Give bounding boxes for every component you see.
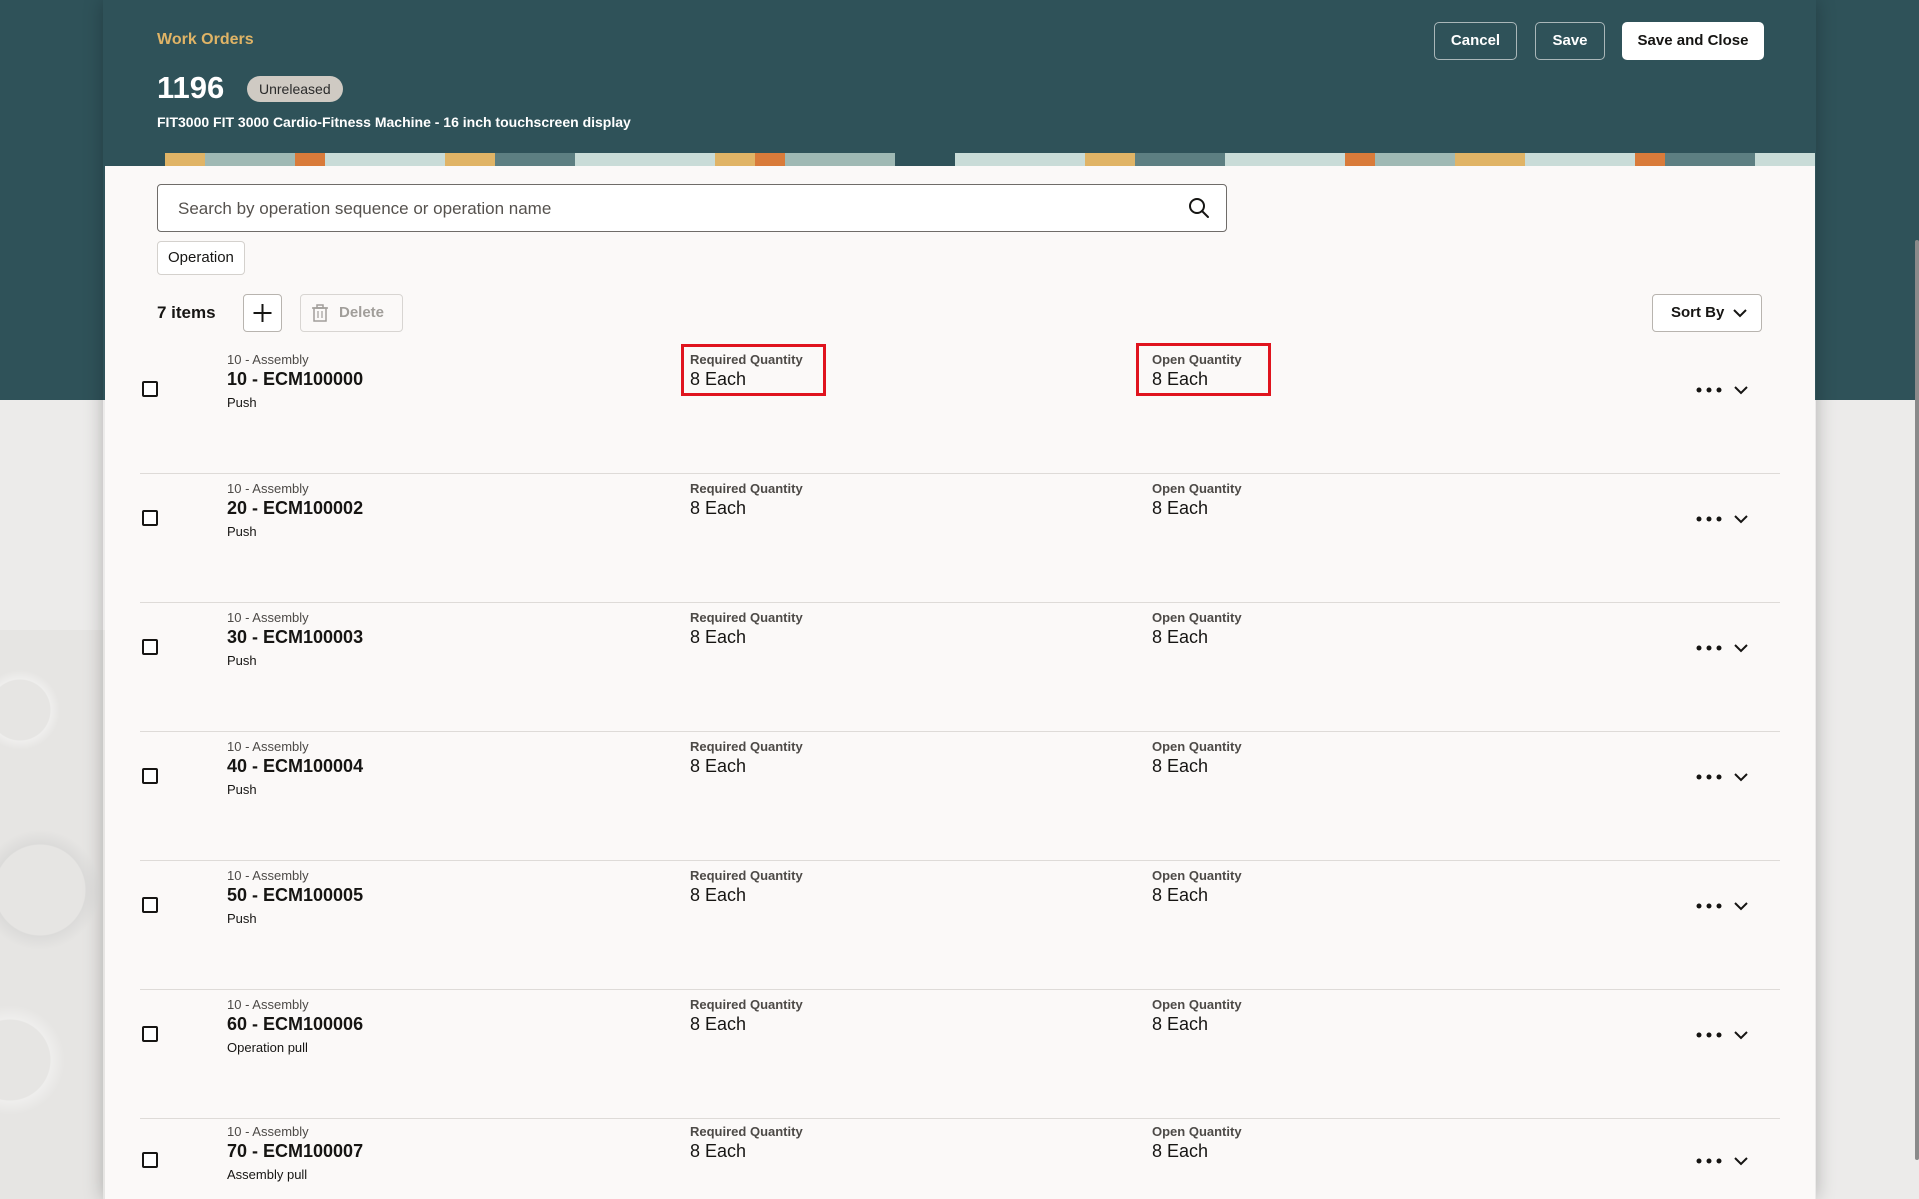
operation-title: 30 - ECM100003	[227, 627, 364, 647]
open-quantity-value: 8 Each	[1152, 885, 1209, 905]
delete-button[interactable]: Delete	[300, 294, 403, 332]
required-quantity-label: Required Quantity	[690, 1124, 803, 1139]
list-item[interactable]: 10 - Assembly 20 - ECM100002 Push Requir…	[140, 474, 1780, 603]
supply-type: Push	[227, 395, 257, 410]
more-actions-icon[interactable]	[1695, 901, 1723, 911]
open-quantity-value: 8 Each	[1152, 627, 1209, 647]
cancel-button[interactable]: Cancel	[1434, 22, 1517, 60]
more-actions-icon[interactable]	[1695, 772, 1723, 782]
background-decoration	[0, 630, 105, 1199]
more-actions-icon[interactable]	[1695, 385, 1723, 395]
chevron-down-icon[interactable]	[1732, 1155, 1750, 1167]
list-item[interactable]: 10 - Assembly 30 - ECM100003 Push Requir…	[140, 603, 1780, 732]
status-badge: Unreleased	[247, 76, 343, 102]
required-quantity-value: 8 Each	[690, 498, 747, 518]
save-and-close-button[interactable]: Save and Close	[1622, 22, 1764, 60]
row-checkbox[interactable]	[142, 897, 158, 913]
operation-title: 50 - ECM100005	[227, 885, 364, 905]
chevron-down-icon[interactable]	[1732, 900, 1750, 912]
required-quantity-value: 8 Each	[690, 1014, 747, 1034]
required-quantity-value: 8 Each	[690, 885, 747, 905]
save-button[interactable]: Save	[1535, 22, 1605, 60]
parent-operation: 10 - Assembly	[227, 868, 309, 883]
operation-title: 20 - ECM100002	[227, 498, 364, 518]
row-checkbox[interactable]	[142, 1026, 158, 1042]
search-input[interactable]	[176, 185, 1140, 233]
highlight-box-open-quantity	[1136, 343, 1271, 396]
row-checkbox[interactable]	[142, 768, 158, 784]
list-item[interactable]: 10 - Assembly 50 - ECM100005 Push Requir…	[140, 861, 1780, 990]
page-title: 1196	[157, 70, 225, 105]
open-quantity-value: 8 Each	[1152, 756, 1209, 776]
list-item[interactable]: 10 - Assembly 40 - ECM100004 Push Requir…	[140, 732, 1780, 861]
chevron-down-icon	[1733, 309, 1747, 318]
list-item[interactable]: 10 - Assembly 60 - ECM100006 Operation p…	[140, 990, 1780, 1119]
filter-chip-operation[interactable]: Operation	[157, 241, 245, 275]
trash-icon	[312, 304, 328, 322]
more-actions-icon[interactable]	[1695, 514, 1723, 524]
search-icon[interactable]	[1188, 197, 1210, 219]
required-quantity-value: 8 Each	[690, 627, 747, 647]
open-quantity-value: 8 Each	[1152, 1141, 1209, 1161]
required-quantity-label: Required Quantity	[690, 868, 803, 883]
operation-title: 10 - ECM100000	[227, 369, 364, 389]
search-field[interactable]	[157, 184, 1227, 233]
list-item[interactable]: 10 - Assembly 70 - ECM100007 Assembly pu…	[140, 1119, 1780, 1199]
open-quantity-label: Open Quantity	[1152, 481, 1242, 496]
decorative-pattern-strip	[105, 153, 1815, 166]
page-subtitle: FIT3000 FIT 3000 Cardio-Fitness Machine …	[157, 114, 631, 130]
row-checkbox[interactable]	[142, 381, 158, 397]
sort-by-label: Sort By	[1671, 304, 1725, 321]
supply-type: Push	[227, 524, 257, 539]
required-quantity-value: 8 Each	[690, 756, 747, 776]
open-quantity-label: Open Quantity	[1152, 1124, 1242, 1139]
sort-by-button[interactable]: Sort By	[1652, 294, 1762, 332]
supply-type: Push	[227, 911, 257, 926]
parent-operation: 10 - Assembly	[227, 610, 309, 625]
required-quantity-label: Required Quantity	[690, 610, 803, 625]
breadcrumb-work-orders[interactable]: Work Orders	[157, 31, 254, 49]
list-item[interactable]: 10 - Assembly 10 - ECM100000 Push Requir…	[140, 345, 1780, 474]
parent-operation: 10 - Assembly	[227, 997, 309, 1012]
chevron-down-icon[interactable]	[1732, 1029, 1750, 1041]
supply-type: Operation pull	[227, 1040, 308, 1055]
open-quantity-label: Open Quantity	[1152, 610, 1242, 625]
required-quantity-label: Required Quantity	[690, 481, 803, 496]
more-actions-icon[interactable]	[1695, 1030, 1723, 1040]
required-quantity-label: Required Quantity	[690, 997, 803, 1012]
more-actions-icon[interactable]	[1695, 643, 1723, 653]
item-count: 7 items	[157, 303, 216, 322]
open-quantity-value: 8 Each	[1152, 498, 1209, 518]
open-quantity-label: Open Quantity	[1152, 739, 1242, 754]
open-quantity-label: Open Quantity	[1152, 868, 1242, 883]
highlight-box-required-quantity	[681, 344, 826, 396]
parent-operation: 10 - Assembly	[227, 481, 309, 496]
chevron-down-icon[interactable]	[1732, 771, 1750, 783]
row-checkbox[interactable]	[142, 510, 158, 526]
add-button[interactable]	[243, 294, 282, 332]
chevron-down-icon[interactable]	[1732, 642, 1750, 654]
open-quantity-value: 8 Each	[1152, 1014, 1209, 1034]
more-actions-icon[interactable]	[1695, 1156, 1723, 1166]
supply-type: Push	[227, 782, 257, 797]
parent-operation: 10 - Assembly	[227, 1124, 309, 1139]
operation-title: 70 - ECM100007	[227, 1141, 364, 1161]
parent-operation: 10 - Assembly	[227, 352, 309, 367]
row-checkbox[interactable]	[142, 639, 158, 655]
chevron-down-icon[interactable]	[1732, 513, 1750, 525]
scrollbar[interactable]	[1915, 240, 1919, 1160]
operation-title: 60 - ECM100006	[227, 1014, 364, 1034]
supply-type: Assembly pull	[227, 1167, 308, 1182]
required-quantity-label: Required Quantity	[690, 739, 803, 754]
delete-button-label: Delete	[339, 304, 385, 321]
plus-icon	[253, 304, 272, 322]
supply-type: Push	[227, 653, 257, 668]
open-quantity-label: Open Quantity	[1152, 997, 1242, 1012]
row-checkbox[interactable]	[142, 1152, 158, 1168]
operation-title: 40 - ECM100004	[227, 756, 364, 776]
chevron-down-icon[interactable]	[1732, 384, 1750, 396]
required-quantity-value: 8 Each	[690, 1141, 747, 1161]
parent-operation: 10 - Assembly	[227, 739, 309, 754]
